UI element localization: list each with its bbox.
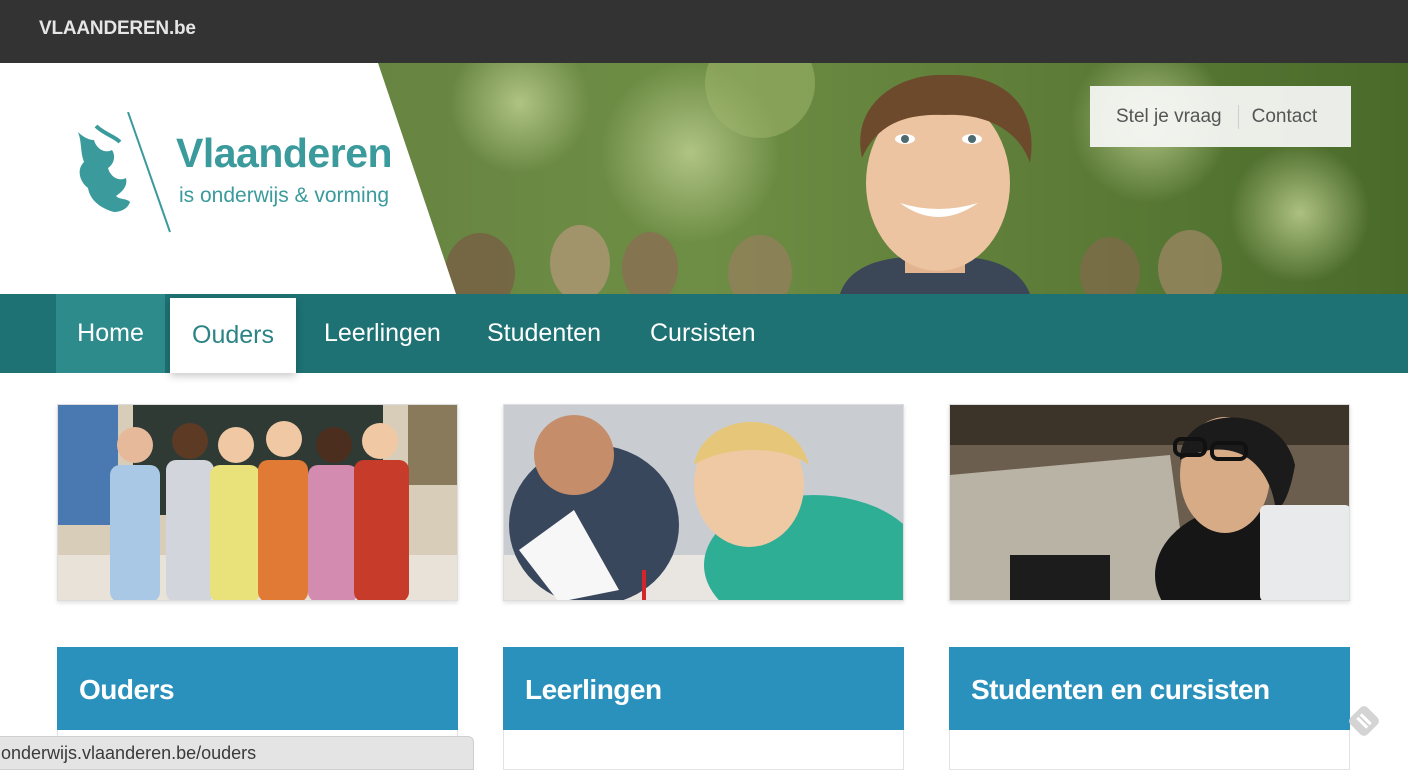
card-header-leerlingen[interactable]: Leerlingen <box>503 647 904 730</box>
card-header-studenten[interactable]: Studenten en cursisten <box>949 647 1350 730</box>
nav-item-cursisten[interactable]: Cursisten <box>650 294 756 373</box>
children-in-classroom-photo <box>58 405 457 600</box>
card-image-leerlingen[interactable] <box>503 404 904 601</box>
card-body <box>949 730 1350 770</box>
student-with-laptop-photo <box>950 405 1349 600</box>
status-bar: onderwijs.vlaanderen.be/ouders <box>0 736 474 770</box>
nav-item-ouders[interactable]: Ouders <box>170 298 296 373</box>
quick-links: Stel je vraag Contact <box>1090 86 1351 147</box>
card-title: Studenten en cursisten <box>971 674 1270 705</box>
top-bar: VLAANDEREN.be <box>0 0 1408 63</box>
card-image-studenten[interactable] <box>949 404 1350 601</box>
vlaanderen-be-link[interactable]: VLAANDEREN.be <box>39 18 196 40</box>
lion-icon[interactable] <box>70 112 174 236</box>
students-taking-exam-photo <box>504 405 903 600</box>
card-title: Ouders <box>79 674 175 705</box>
card-body <box>503 730 904 770</box>
contact-link[interactable]: Contact <box>1239 106 1317 128</box>
card-title: Leerlingen <box>525 674 662 705</box>
status-url: onderwijs.vlaanderen.be/ouders <box>1 743 257 763</box>
nav-item-studenten[interactable]: Studenten <box>487 294 601 373</box>
logo-title[interactable]: Vlaanderen <box>176 130 393 177</box>
logo-subtitle[interactable]: is onderwijs & vorming <box>179 184 389 208</box>
logo-panel <box>0 63 456 294</box>
ask-question-link[interactable]: Stel je vraag <box>1090 106 1238 128</box>
feedly-icon[interactable] <box>1346 703 1382 739</box>
main-nav: Home Ouders Leerlingen Studenten Cursist… <box>0 294 1408 373</box>
card-image-ouders[interactable] <box>57 404 458 601</box>
nav-item-home[interactable]: Home <box>56 294 165 373</box>
card-header-ouders[interactable]: Ouders <box>57 647 458 730</box>
nav-item-leerlingen[interactable]: Leerlingen <box>324 294 441 373</box>
